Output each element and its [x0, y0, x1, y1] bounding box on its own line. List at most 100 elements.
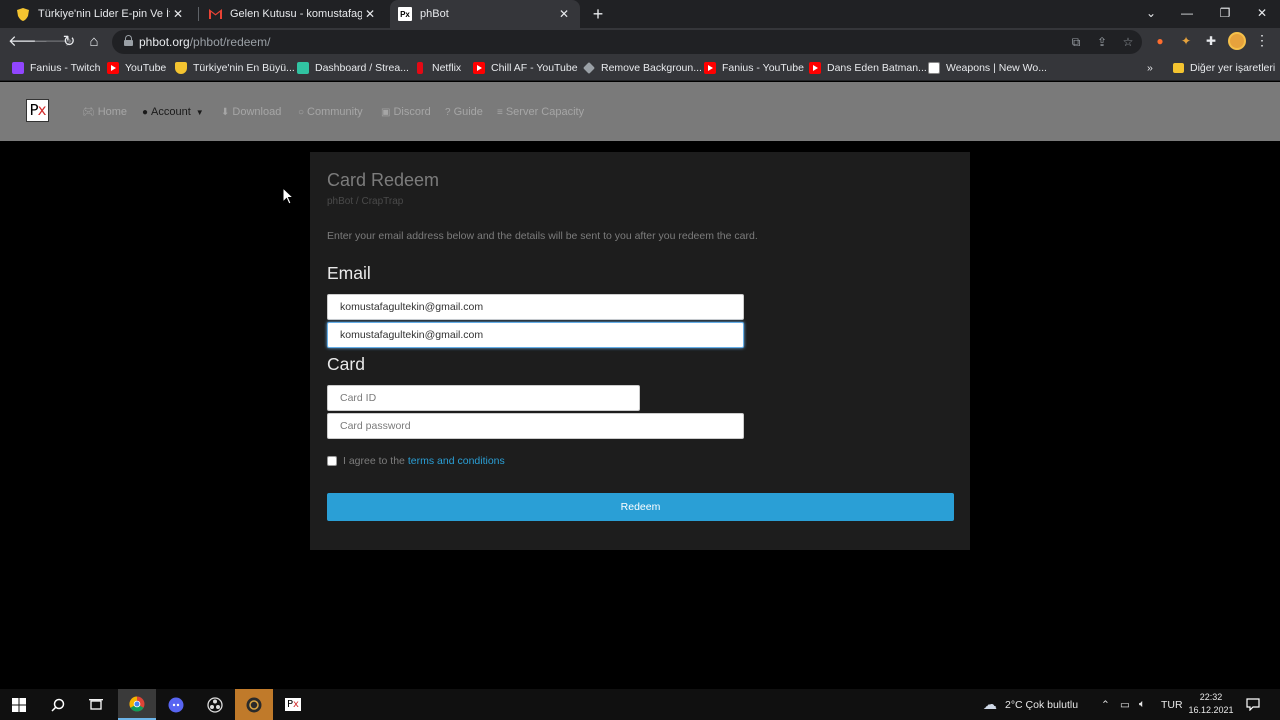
card-password-input[interactable]: Card password — [327, 413, 744, 439]
bookmark-item[interactable]: Weapons | New Wo... — [928, 60, 1047, 76]
youtube-icon — [107, 62, 119, 74]
gmail-icon — [208, 7, 222, 21]
caret-down-icon: ▼ — [195, 107, 204, 117]
obs-icon[interactable] — [196, 689, 234, 720]
terms-link[interactable]: terms and conditions — [408, 455, 505, 467]
puzzle-icon[interactable]: ✚ — [1203, 33, 1219, 49]
gamepad-icon: 🎮︎ — [82, 106, 95, 118]
bookmark-item[interactable]: Fanius - Twitch — [12, 60, 100, 76]
notification-icon[interactable] — [1246, 689, 1260, 720]
browser-toolbar: 🡐 🡒 ↻ ⌂ phbot.org/phbot/redeem/ ⧉ ⇪ ☆ ● … — [0, 28, 1280, 56]
extension-icon[interactable]: ✦ — [1178, 33, 1194, 49]
terms-checkbox[interactable] — [327, 456, 337, 466]
streamlabs-icon — [297, 62, 309, 74]
new-tab-button[interactable]: + — [588, 4, 608, 24]
layers-icon — [583, 62, 595, 74]
phbot-icon: Px — [398, 7, 412, 21]
bookmarks-bar: Fanius - Twitch YouTube Türkiye'nin En B… — [0, 56, 1280, 81]
phbot-icon[interactable]: Px — [274, 689, 312, 720]
youtube-icon — [473, 62, 485, 74]
mouse-cursor-icon — [282, 187, 294, 205]
weather-widget[interactable]: ☁ 2°C Çok bulutlu — [983, 689, 1078, 720]
card-id-input[interactable]: Card ID — [327, 385, 640, 411]
bookmark-item[interactable]: Netflix — [414, 60, 461, 76]
nav-community[interactable]: ○ Community — [298, 104, 363, 120]
site-navbar: Px 🎮︎ Home ● Account ▼ ⬇ Download ○ Community… — [0, 82, 1280, 141]
lock-icon[interactable] — [124, 35, 133, 46]
nav-server-capacity[interactable]: ≡ Server Capacity — [497, 104, 584, 120]
tab-title: Gelen Kutusu - komustafagultekin — [230, 8, 362, 20]
volume-icon[interactable]: 🔈︎ — [1139, 689, 1145, 720]
bookmark-item[interactable]: Dans Eden Batman... — [809, 60, 927, 76]
restore-button[interactable]: ❐ — [1206, 0, 1244, 28]
star-icon[interactable]: ☆ — [1120, 34, 1136, 50]
email-field[interactable]: komustafagultekin@gmail.com — [327, 294, 744, 320]
tab-epin[interactable]: Türkiye'nin Lider E-pin Ve İtem Pa ✕ — [8, 0, 194, 28]
terms-row: I agree to the terms and conditions — [327, 454, 505, 468]
tab-search-icon[interactable]: ⌄ — [1132, 0, 1170, 28]
server-icon: ≡ — [497, 106, 503, 118]
clock[interactable]: 22:32 16.12.2021 — [1186, 691, 1236, 717]
language-indicator[interactable]: TUR — [1161, 689, 1183, 720]
back-button[interactable]: 🡐 — [8, 32, 48, 52]
network-icon[interactable]: ▭ — [1120, 689, 1130, 720]
other-bookmarks[interactable]: Diğer yer işaretleri — [1173, 60, 1275, 76]
close-icon[interactable]: ✕ — [556, 7, 572, 21]
breadcrumb: phBot / CrapTrap — [327, 196, 404, 207]
form-description: Enter your email address below and the d… — [327, 230, 758, 242]
netflix-icon — [417, 62, 423, 74]
task-view-icon[interactable] — [77, 689, 115, 720]
download-icon: ⬇ — [221, 106, 230, 118]
tab-phbot[interactable]: Px phBot ✕ — [390, 0, 580, 28]
home-button[interactable]: ⌂ — [84, 32, 104, 52]
card-heading: Card — [327, 354, 365, 374]
minimize-button[interactable]: — — [1168, 0, 1206, 28]
bookmark-item[interactable]: Fanius - YouTube — [704, 60, 804, 76]
discord-icon[interactable] — [157, 689, 195, 720]
tab-divider — [198, 7, 199, 21]
windows-taskbar: Px ☁ 2°C Çok bulutlu ⌃ ▭ 🔈︎ TUR 22:32 16… — [0, 689, 1280, 720]
bookmark-item[interactable]: Türkiye'nin En Büyü... — [175, 60, 295, 76]
extension-icon[interactable]: ● — [1152, 33, 1168, 49]
chevron-up-icon[interactable]: ⌃ — [1101, 689, 1110, 720]
avatar[interactable] — [1228, 32, 1246, 50]
close-icon[interactable]: ✕ — [170, 7, 186, 21]
address-bar[interactable]: phbot.org/phbot/redeem/ ⧉ ⇪ ☆ — [112, 30, 1142, 54]
tab-title: Türkiye'nin Lider E-pin Ve İtem Pa — [38, 8, 170, 20]
redeem-button[interactable]: Redeem — [327, 493, 954, 521]
search-icon[interactable] — [39, 689, 77, 720]
share-icon[interactable]: ⇪ — [1094, 34, 1110, 50]
reload-button[interactable]: ↻ — [59, 32, 79, 52]
site-logo[interactable]: Px — [26, 99, 49, 122]
nav-guide[interactable]: ? Guide — [445, 104, 483, 120]
cloud-icon: ☁ — [983, 696, 997, 712]
game-icon[interactable] — [235, 689, 273, 720]
nav-home[interactable]: 🎮︎ Home — [82, 104, 127, 120]
bookmark-item[interactable]: Chill AF - YouTube — [473, 60, 578, 76]
bookmark-item[interactable]: Remove Backgroun... — [583, 60, 702, 76]
bookmark-item[interactable]: YouTube — [107, 60, 166, 76]
bookmark-item[interactable]: Dashboard / Strea... — [297, 60, 409, 76]
email-confirm-field[interactable]: komustafagultekin@gmail.com — [327, 322, 744, 348]
youtube-icon — [704, 62, 716, 74]
weapons-icon — [928, 62, 940, 74]
question-icon: ? — [445, 106, 451, 118]
translate-icon[interactable]: ⧉ — [1068, 34, 1084, 50]
chevron-right-icon[interactable]: » — [1147, 60, 1153, 76]
tab-strip: Türkiye'nin Lider E-pin Ve İtem Pa ✕ Gel… — [0, 0, 1280, 28]
menu-icon[interactable]: ⋮ — [1254, 32, 1270, 49]
nav-account[interactable]: ● Account ▼ — [142, 104, 204, 120]
close-icon[interactable]: ✕ — [362, 7, 378, 21]
nav-download[interactable]: ⬇ Download — [221, 104, 281, 120]
shield-icon — [175, 62, 187, 74]
windows-start-icon[interactable] — [0, 689, 38, 720]
email-heading: Email — [327, 263, 371, 283]
url-text: phbot.org/phbot/redeem/ — [139, 35, 271, 49]
close-window-button[interactable]: ✕ — [1243, 0, 1280, 28]
nav-discord[interactable]: ▣ Discord — [381, 104, 431, 120]
chrome-icon[interactable] — [118, 689, 156, 720]
user-circle-icon: ● — [142, 106, 149, 118]
tab-gmail[interactable]: Gelen Kutusu - komustafagultekin ✕ — [200, 0, 386, 28]
youtube-icon — [809, 62, 821, 74]
forward-button[interactable]: 🡒 — [33, 32, 73, 52]
